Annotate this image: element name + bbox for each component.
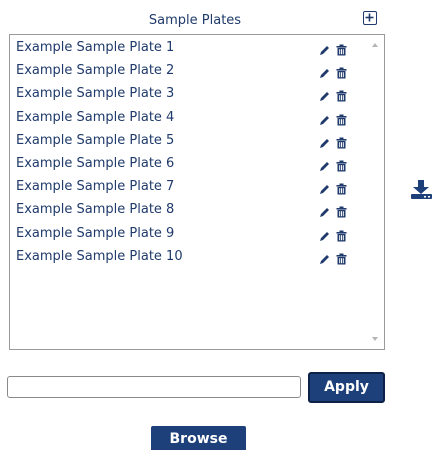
list-item[interactable]: Example Sample Plate 9: [10, 223, 365, 246]
list-item[interactable]: Example Sample Plate 8: [10, 199, 365, 222]
sample-plate-name[interactable]: Example Sample Plate 3: [16, 86, 174, 101]
sample-plate-name[interactable]: Example Sample Plate 10: [16, 249, 183, 264]
list-item[interactable]: Example Sample Plate 3: [10, 83, 365, 106]
chevron-down-icon: [372, 337, 378, 341]
pencil-icon[interactable]: [319, 134, 331, 148]
trash-icon[interactable]: [336, 111, 347, 126]
sample-plate-name[interactable]: Example Sample Plate 9: [16, 226, 174, 241]
pencil-icon[interactable]: [319, 250, 331, 264]
pencil-icon[interactable]: [319, 157, 331, 171]
pencil-icon[interactable]: [319, 41, 331, 55]
sample-plates-page: Sample Plates Example Sample Plate 1 Exam…: [0, 0, 436, 450]
browse-button[interactable]: Browse: [151, 426, 246, 450]
sample-plate-name[interactable]: Example Sample Plate 7: [16, 179, 174, 194]
list-item[interactable]: Example Sample Plate 2: [10, 60, 365, 83]
pencil-icon[interactable]: [319, 180, 331, 195]
sample-plate-name[interactable]: Example Sample Plate 4: [16, 110, 174, 125]
pencil-icon[interactable]: [319, 87, 331, 102]
add-plate-button[interactable]: [363, 11, 377, 25]
trash-icon[interactable]: [336, 41, 347, 56]
sample-plate-name[interactable]: Example Sample Plate 8: [16, 202, 174, 217]
pencil-icon[interactable]: [319, 227, 331, 241]
download-icon: [411, 180, 432, 199]
panel-title: Sample Plates: [148, 13, 242, 28]
sample-plate-name[interactable]: Example Sample Plate 5: [16, 133, 174, 148]
list-item[interactable]: Example Sample Plate 5: [10, 130, 365, 153]
sample-plate-list[interactable]: Example Sample Plate 1 Example Sample Pla…: [9, 34, 385, 350]
pencil-icon[interactable]: [319, 64, 331, 79]
list-item[interactable]: Example Sample Plate 7: [10, 176, 365, 199]
plus-square-icon: [365, 13, 374, 22]
sample-plate-name[interactable]: Example Sample Plate 2: [16, 63, 174, 78]
download-button[interactable]: [410, 179, 434, 201]
pencil-icon[interactable]: [319, 111, 331, 125]
apply-button[interactable]: Apply: [308, 372, 385, 403]
trash-icon[interactable]: [336, 203, 347, 218]
trash-icon[interactable]: [336, 180, 347, 195]
list-item[interactable]: Example Sample Plate 10: [10, 246, 365, 269]
scroll-down-arrow[interactable]: [366, 331, 384, 347]
sample-plate-rows: Example Sample Plate 1 Example Sample Pla…: [10, 37, 365, 269]
trash-icon[interactable]: [336, 134, 347, 149]
trash-icon[interactable]: [336, 250, 347, 265]
sample-plate-name[interactable]: Example Sample Plate 1: [16, 40, 174, 55]
sample-plate-name[interactable]: Example Sample Plate 6: [16, 156, 174, 171]
trash-icon[interactable]: [336, 64, 347, 79]
trash-icon[interactable]: [336, 87, 347, 102]
chevron-up-icon: [372, 43, 378, 47]
list-item[interactable]: Example Sample Plate 1: [10, 37, 365, 60]
filter-input[interactable]: [7, 376, 301, 398]
trash-icon[interactable]: [336, 227, 347, 241]
trash-icon[interactable]: [336, 157, 347, 172]
list-item[interactable]: Example Sample Plate 6: [10, 153, 365, 176]
scroll-up-arrow[interactable]: [366, 37, 384, 53]
list-scrollbar[interactable]: [366, 35, 384, 349]
list-item[interactable]: Example Sample Plate 4: [10, 107, 365, 130]
pencil-icon[interactable]: [319, 203, 331, 218]
